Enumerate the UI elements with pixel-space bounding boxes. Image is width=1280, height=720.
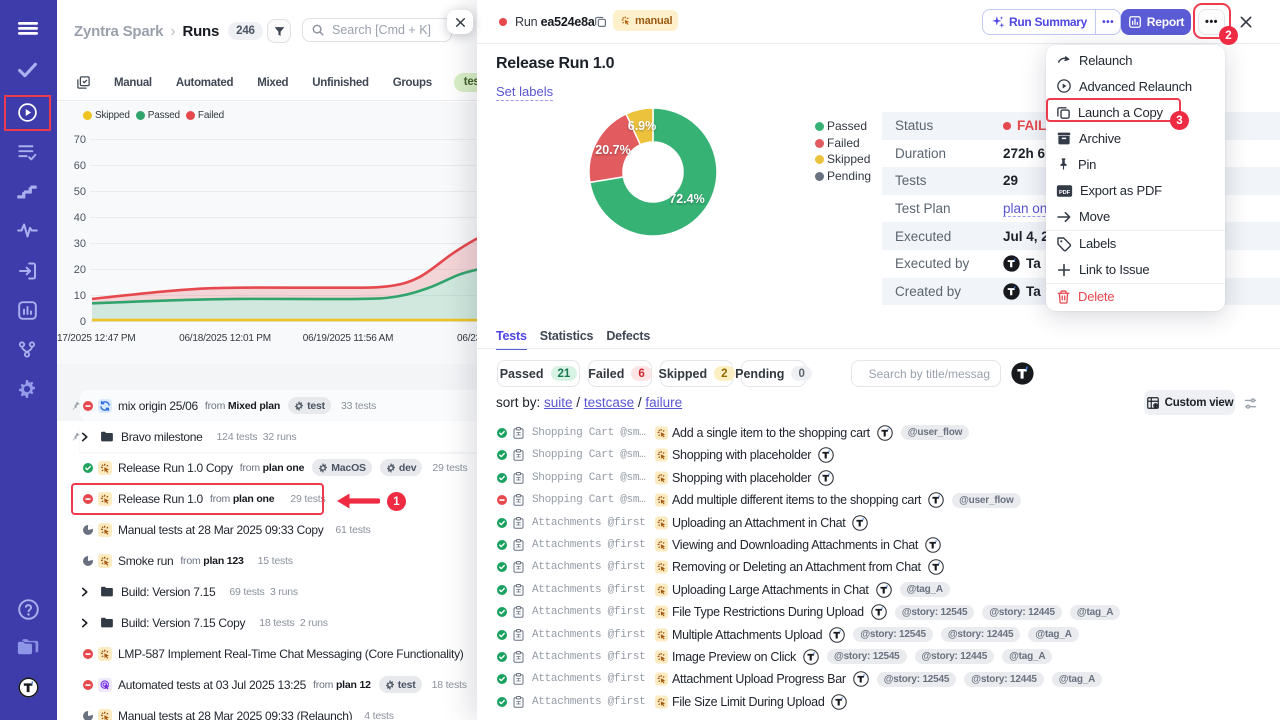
svg-text:50: 50 [74, 186, 86, 198]
svg-text:06/19/2025 11:56 AM: 06/19/2025 11:56 AM [303, 333, 394, 344]
svg-text:72.4%: 72.4% [669, 192, 704, 206]
svg-text:70: 70 [74, 134, 86, 146]
svg-text:0: 0 [80, 316, 86, 328]
svg-text:17/2025 12:47 PM: 17/2025 12:47 PM [57, 333, 136, 344]
svg-text:10: 10 [74, 290, 86, 302]
svg-text:40: 40 [74, 212, 86, 224]
svg-text:6.9%: 6.9% [628, 119, 657, 133]
svg-text:30: 30 [74, 238, 86, 250]
svg-text:20.7%: 20.7% [595, 143, 630, 157]
svg-text:06/18/2025 12:01 PM: 06/18/2025 12:01 PM [179, 333, 271, 344]
svg-text:PDF: PDF [1059, 189, 1071, 195]
svg-text:60: 60 [74, 160, 86, 172]
svg-text:20: 20 [74, 264, 86, 276]
